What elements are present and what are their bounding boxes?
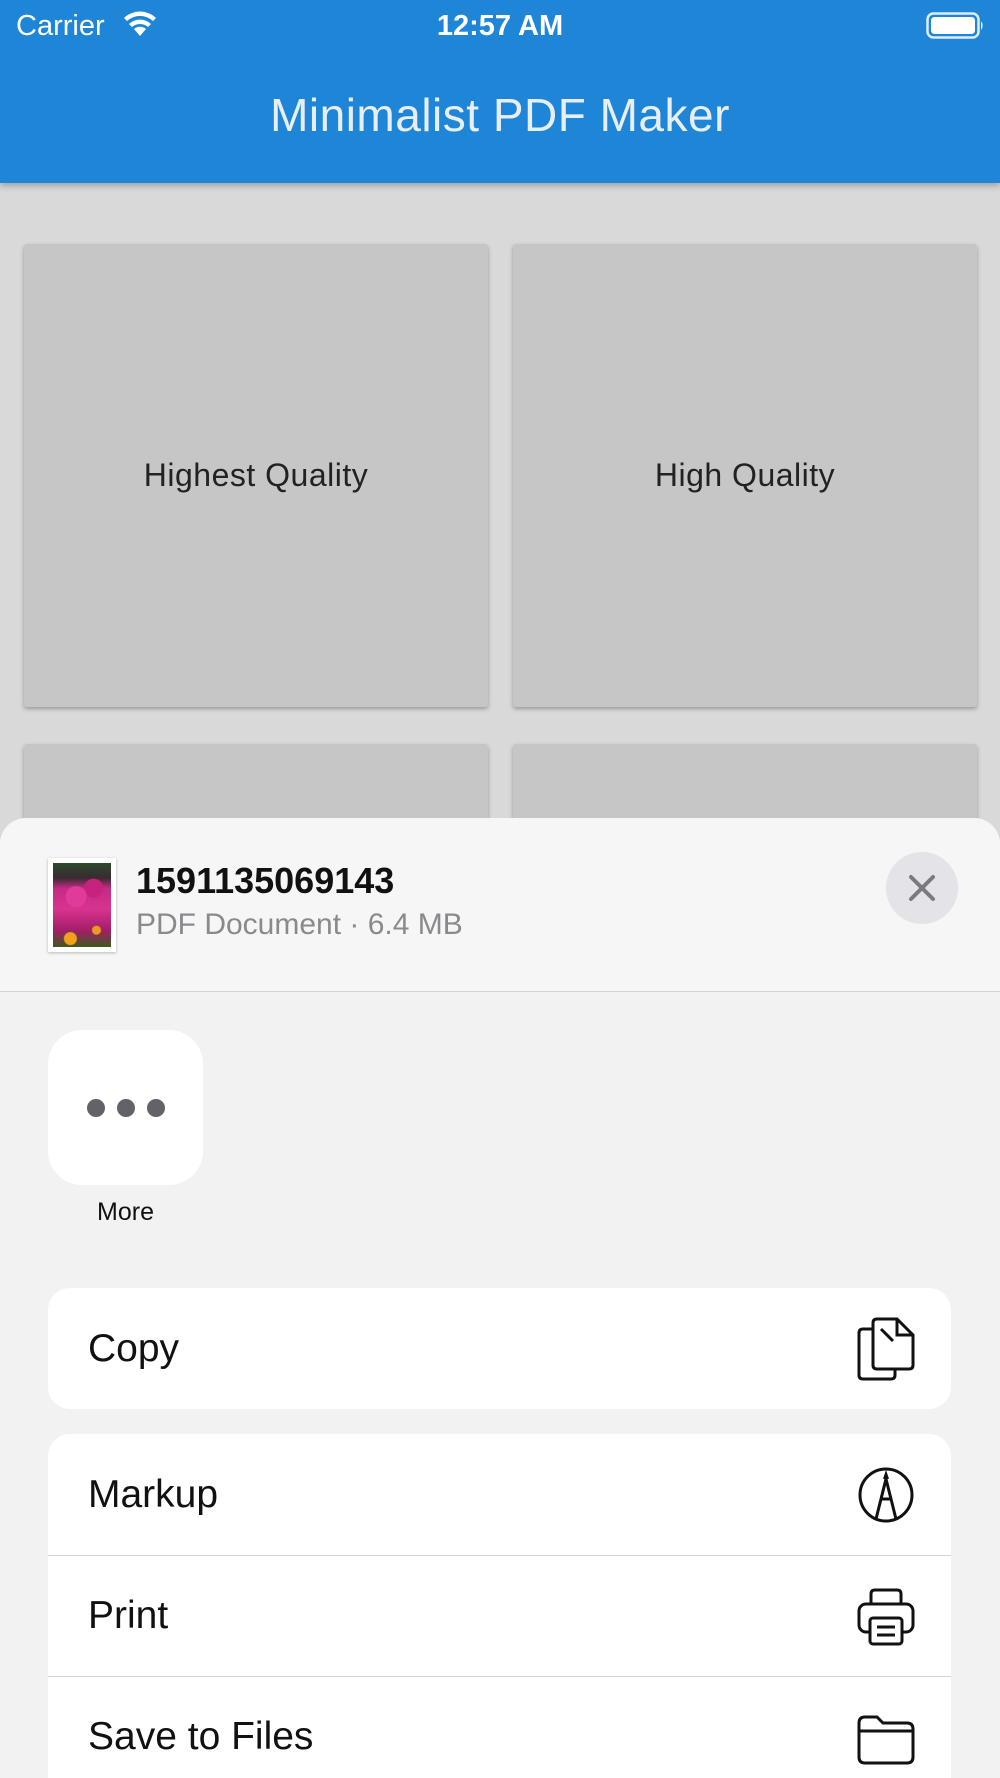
more-label: More [97, 1198, 154, 1226]
app-bar: Carrier 12:57 AM Minimalist PDF Maker [0, 0, 1000, 183]
copy-action[interactable]: Copy [48, 1288, 951, 1409]
status-bar: Carrier 12:57 AM [0, 0, 1000, 50]
document-thumbnail [48, 858, 116, 952]
share-sheet: 1591135069143 PDF Document · 6.4 MB More… [0, 818, 1000, 1778]
copy-icon [857, 1317, 915, 1380]
action-label: Copy [88, 1326, 180, 1370]
folder-icon [857, 1715, 915, 1764]
status-time: 12:57 AM [436, 10, 564, 42]
close-button[interactable] [886, 852, 958, 924]
more-button[interactable] [48, 1030, 203, 1185]
action-group-copy: Copy [48, 1288, 951, 1409]
save-to-files-action[interactable]: Save to Files [48, 1676, 951, 1778]
action-label: Print [88, 1593, 169, 1637]
share-sheet-header: 1591135069143 PDF Document · 6.4 MB [0, 818, 1000, 992]
action-label: Markup [88, 1472, 219, 1516]
action-group-main: Markup Print Save to Files [48, 1434, 951, 1778]
close-icon [909, 875, 935, 901]
document-name: 1591135069143 [136, 860, 395, 901]
print-icon [857, 1588, 915, 1645]
battery-icon [926, 12, 983, 39]
app-title: Minimalist PDF Maker [270, 89, 730, 141]
markup-icon [858, 1467, 914, 1522]
print-action[interactable]: Print [48, 1555, 951, 1676]
markup-action[interactable]: Markup [48, 1434, 951, 1555]
tile-label: Highest Quality [143, 457, 369, 493]
tile-label: High Quality [654, 457, 836, 493]
highest-quality-tile[interactable]: Highest Quality [24, 244, 488, 707]
ellipsis-icon [86, 1098, 165, 1117]
high-quality-tile[interactable]: High Quality [513, 244, 977, 707]
action-label: Save to Files [88, 1714, 314, 1758]
document-meta: PDF Document · 6.4 MB [136, 908, 463, 941]
flowers-thumbnail-image [53, 863, 111, 947]
